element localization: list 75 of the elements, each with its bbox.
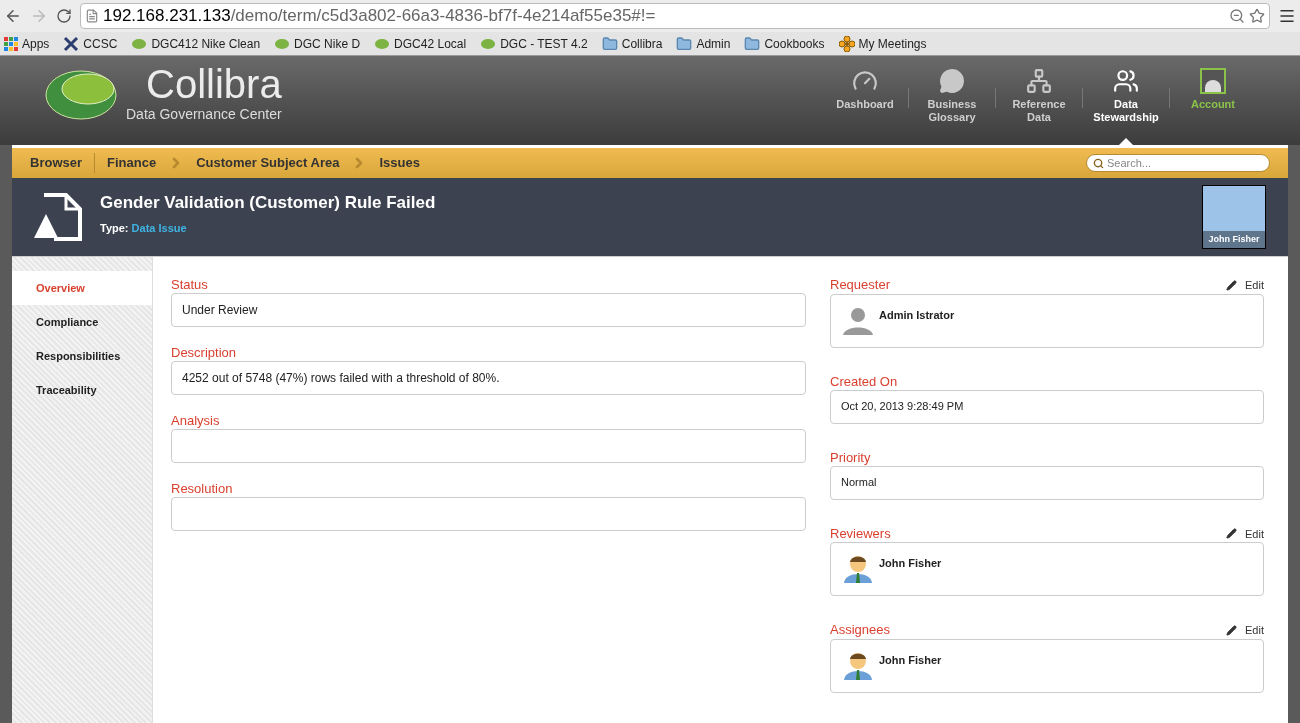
field-label: Requester (830, 277, 890, 294)
field-value-box: Oct 20, 2013 9:28:49 PM (830, 389, 1264, 424)
field-label: Resolution (171, 481, 234, 497)
hierarchy-icon (1026, 68, 1052, 94)
bookmark-star-icon[interactable] (1249, 8, 1265, 24)
bookmark-link[interactable]: Collibra (621, 34, 663, 53)
reload-icon[interactable] (56, 8, 72, 24)
flower-icon (838, 35, 855, 52)
user-avatar-icon (841, 553, 875, 585)
back-icon[interactable] (4, 7, 22, 25)
pencil-icon (1226, 528, 1238, 540)
nav-tab[interactable]: Business Glossary (909, 64, 995, 124)
breadcrumb-root[interactable]: Browser (30, 153, 96, 173)
sidebar-tab[interactable]: Compliance (12, 305, 152, 339)
field-label: Description (171, 345, 238, 361)
field-label: Reviewers (830, 525, 891, 542)
field-label: Assignees (830, 622, 890, 639)
edit-link[interactable]: Edit (1245, 622, 1264, 639)
leaf-icon (131, 37, 148, 50)
speech-bubbles-icon (939, 68, 965, 94)
field-value-box: 4252 out of 5748 (47%) rows failed with a threshold of 80%. (171, 361, 806, 395)
nav-tab[interactable]: Account (1170, 64, 1256, 111)
bookmark-link[interactable]: DGC42 Local (394, 34, 467, 53)
nav-tab[interactable]: Dashboard (822, 64, 908, 111)
sidebar-tab[interactable]: Responsibilities (12, 339, 152, 373)
nav-tab[interactable]: Data Stewardship (1083, 64, 1169, 124)
field-label: Status (171, 277, 209, 293)
sidebar-tab[interactable]: Overview (12, 271, 152, 305)
bookmark-link[interactable]: Admin (696, 34, 731, 53)
owner-avatar[interactable]: John Fisher (1202, 185, 1266, 249)
pencil-icon (1226, 624, 1238, 636)
pencil-icon (1226, 279, 1238, 291)
person-name[interactable]: John Fisher (879, 553, 942, 572)
folder-icon (744, 35, 761, 52)
address-bar[interactable]: 192.168.231.133/demo/term/c5d3a802-66a3-4836-bf7f-4e214af55e35#!= (80, 3, 1270, 29)
asset-type: Type: Data Issue (100, 220, 188, 236)
bookmark-link[interactable]: My Meetings (858, 34, 927, 53)
field-label: Analysis (171, 413, 221, 429)
logo-wordmark: Collibra (146, 64, 282, 104)
search-field[interactable]: Search... (1086, 154, 1270, 172)
leaf-icon (274, 37, 291, 50)
sidebar-tab[interactable]: Traceability (12, 373, 152, 407)
page-icon (85, 9, 99, 23)
breadcrumb-link[interactable]: Issues (379, 153, 420, 173)
folder-icon (601, 35, 618, 52)
menu-icon[interactable] (1278, 7, 1296, 25)
breadcrumb-link[interactable]: Customer Subject Area (196, 153, 340, 173)
bookmark-link[interactable]: DGC412 Nike Clean (151, 34, 261, 53)
bookmark-link[interactable]: DGC - TEST 4.2 (500, 34, 588, 53)
nav-tab[interactable]: Reference Data (996, 64, 1082, 124)
breadcrumb-link[interactable]: Finance (107, 153, 157, 173)
search-icon (1093, 157, 1104, 169)
edit-link[interactable]: Edit (1245, 277, 1264, 294)
account-avatar (1200, 68, 1226, 94)
bookmark-link[interactable]: DGC Nike D (294, 34, 361, 53)
person-name[interactable]: Admin Istrator (879, 304, 955, 323)
leaf-icon (480, 37, 497, 50)
apps-grid-icon (4, 36, 18, 51)
field-value-box: Normal (830, 465, 1264, 500)
zoom-icon[interactable] (1229, 8, 1245, 24)
document-warning-icon (34, 192, 84, 242)
folder-icon (676, 35, 693, 52)
person-name[interactable]: John Fisher (879, 649, 942, 668)
bookmark-link[interactable]: CCSC (83, 34, 118, 53)
leaf-icon (374, 37, 391, 50)
field-label: Priority (830, 449, 871, 466)
people-icon (1113, 68, 1139, 94)
logo-subtitle: Data Governance Center (126, 105, 282, 124)
asset-title: Gender Validation (Customer) Rule Failed (100, 192, 436, 214)
bookmark-link[interactable]: Cookbooks (764, 34, 825, 53)
url-text: 192.168.231.133/demo/term/c5d3a802-66a3-4836-bf7f-4e214af55e35#!= (103, 5, 657, 28)
edit-link[interactable]: Edit (1245, 525, 1264, 542)
field-value-box: Under Review (171, 293, 806, 327)
field-label: Created On (830, 373, 898, 390)
bookmark-link[interactable]: Apps (22, 34, 50, 53)
